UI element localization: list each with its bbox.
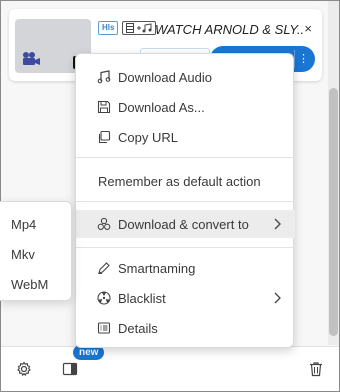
copy-icon	[96, 129, 112, 145]
menu-item-smartnaming[interactable]: Smartnaming	[76, 254, 295, 282]
menu-divider	[76, 157, 295, 158]
menu-item-label: Blacklist	[118, 290, 166, 306]
menu-item-copy-url[interactable]: Copy URL	[76, 123, 295, 151]
more-options-icon[interactable]: ⋮	[298, 50, 309, 68]
menu-item-details[interactable]: Details	[76, 314, 295, 342]
hls-badge: Hls	[98, 21, 119, 35]
format-badges: Hls	[98, 21, 157, 35]
menu-item-download-convert[interactable]: Download & convert to	[76, 210, 295, 238]
menu-item-label: Remember as default action	[98, 173, 261, 189]
menu-item-label: Smartnaming	[118, 260, 196, 276]
floppy-disk-icon	[96, 99, 112, 115]
media-type-badge	[122, 21, 157, 35]
pen-icon	[96, 260, 112, 276]
menu-divider	[76, 201, 295, 202]
menu-item-label: Download As...	[118, 99, 205, 115]
menu-item-label: Download & convert to	[118, 216, 249, 232]
music-note-icon	[96, 69, 112, 85]
chevron-right-icon	[274, 218, 281, 230]
context-menu: Download Audio Download As... Copy URL R…	[75, 53, 295, 348]
close-icon[interactable]: ×	[304, 22, 312, 35]
submenu-item-mkv[interactable]: Mkv	[11, 247, 35, 262]
menu-item-label: Download Audio	[118, 69, 212, 85]
scrollbar-thumb[interactable]	[329, 88, 338, 336]
menu-item-download-as[interactable]: Download As...	[76, 93, 295, 121]
menu-item-label: Details	[118, 320, 158, 336]
convert-icon	[96, 216, 112, 232]
list-details-icon	[96, 320, 112, 336]
settings-gear-icon[interactable]	[16, 361, 32, 377]
submenu-item-mp4[interactable]: Mp4	[11, 217, 36, 232]
submenu-item-webm[interactable]: WebM	[11, 277, 48, 292]
video-camera-icon	[23, 52, 40, 65]
video-plus-audio-icon	[126, 23, 152, 33]
chevron-right-icon	[274, 292, 281, 304]
video-title: WATCH ARNOLD & SLY...	[155, 22, 303, 37]
sidebar-toggle-icon[interactable]	[62, 361, 78, 377]
menu-item-remember-default[interactable]: Remember as default action	[76, 167, 295, 195]
menu-item-blacklist[interactable]: Blacklist	[76, 284, 295, 312]
trash-icon[interactable]	[308, 361, 324, 377]
menu-divider	[76, 247, 295, 248]
radiation-icon	[96, 290, 112, 306]
menu-item-download-audio[interactable]: Download Audio	[76, 63, 295, 91]
menu-item-label: Copy URL	[118, 129, 178, 145]
convert-format-submenu: Mp4 Mkv WebM	[0, 201, 72, 301]
bottom-toolbar	[1, 346, 339, 391]
